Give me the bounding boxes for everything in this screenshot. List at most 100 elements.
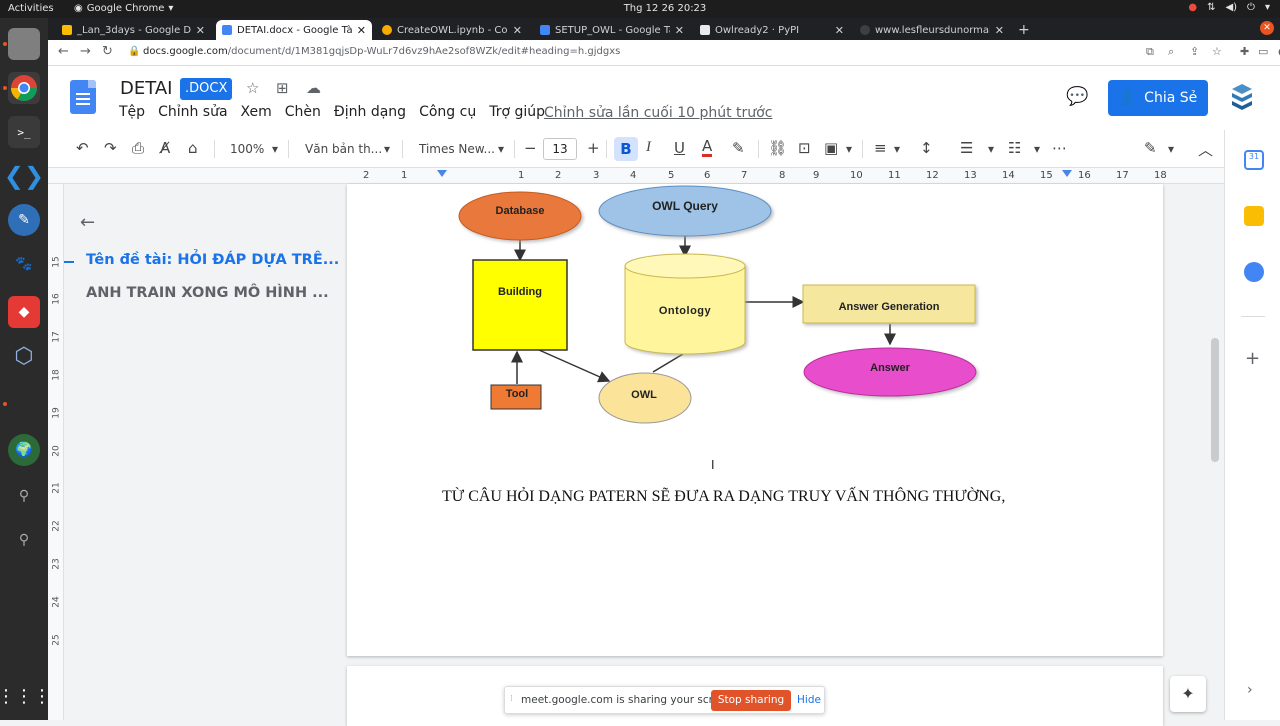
tab-search-icon[interactable]: ▭ (1258, 45, 1268, 58)
inkscape-icon[interactable]: ✎ (8, 204, 40, 236)
underline-button[interactable]: U (674, 139, 685, 157)
tab-pypi[interactable]: Owlready2 · PyPI ✕ (694, 20, 850, 40)
docs-home-icon[interactable] (70, 80, 96, 114)
document-title[interactable]: DETAI (120, 78, 172, 99)
chrome-icon[interactable] (8, 72, 40, 104)
highlight-icon[interactable]: ✎ (732, 139, 745, 157)
window-close-icon[interactable]: ✕ (1260, 21, 1274, 35)
decrease-font-size-button[interactable]: − (524, 139, 537, 157)
print-icon[interactable]: ⎙ (132, 139, 144, 157)
usb-drive-icon[interactable]: ⚲ (8, 524, 40, 556)
text-color-button[interactable]: A (702, 139, 713, 157)
spellcheck-icon[interactable]: A̸ (160, 139, 170, 157)
star-icon[interactable]: ☆ (246, 79, 259, 97)
insert-link-icon[interactable]: ⛓ (768, 139, 787, 157)
add-addon-icon[interactable]: + (1245, 348, 1260, 369)
last-edit-link[interactable]: Chỉnh sửa lần cuối 10 phút trước (544, 105, 772, 121)
close-icon[interactable]: ✕ (196, 24, 205, 37)
translate-icon[interactable]: ⧉ (1146, 45, 1154, 59)
gimp-icon[interactable]: 🐾 (8, 248, 40, 280)
new-tab-button[interactable]: + (1018, 22, 1030, 38)
close-icon[interactable]: ✕ (995, 24, 1004, 37)
account-logo-icon[interactable] (1230, 82, 1254, 112)
anydesk-icon[interactable]: ◆ (8, 296, 40, 328)
add-comment-icon[interactable]: ⊡ (798, 139, 811, 157)
globe-icon[interactable]: 🌍 (8, 434, 40, 466)
architecture-diagram[interactable]: Database OWL Query Building Ontology Ans… (347, 184, 1163, 434)
move-folder-icon[interactable]: ⊞ (276, 79, 289, 97)
tab-drive[interactable]: _Lan_3days - Google Drive ✕ (56, 20, 211, 40)
bookmark-star-icon[interactable]: ☆ (1212, 45, 1222, 58)
terminal-icon[interactable]: >_ (8, 116, 40, 148)
menu-help[interactable]: Trợ giúp (489, 104, 545, 120)
show-apps-icon[interactable]: ⋮⋮⋮ (0, 680, 51, 712)
menu-insert[interactable]: Chèn (285, 104, 321, 120)
menu-format[interactable]: Định dạng (334, 104, 406, 120)
italic-button[interactable]: I (646, 139, 651, 156)
close-icon[interactable]: ✕ (675, 24, 684, 37)
explore-icon[interactable]: ✦ (1170, 676, 1206, 712)
tab-colab[interactable]: CreateOWL.ipynb - Colab ✕ (376, 20, 528, 40)
font-select[interactable]: Times New... (419, 142, 495, 156)
line-spacing-icon[interactable]: ↕ (920, 139, 933, 157)
forward-icon[interactable]: → (80, 44, 91, 59)
vscode-icon[interactable]: ❮❯ (4, 160, 44, 192)
document-page[interactable]: Database OWL Query Building Ontology Ans… (347, 184, 1163, 656)
bold-button[interactable]: B (614, 137, 638, 161)
outline-item-heading-2[interactable]: ANH TRAIN XONG MÔ HÌNH ... (86, 285, 329, 301)
keep-icon[interactable] (1244, 206, 1264, 226)
zoom-icon[interactable]: ⌕ (1168, 45, 1174, 59)
menu-view[interactable]: Xem (241, 104, 272, 120)
menu-tools[interactable]: Công cụ (419, 104, 476, 120)
hide-button[interactable]: Hide (797, 694, 821, 706)
numbered-list-icon[interactable]: ☰ (960, 139, 973, 157)
activities-button[interactable]: Activities (8, 3, 54, 14)
close-icon[interactable]: ✕ (357, 24, 366, 37)
editing-mode-icon[interactable]: ✎ (1144, 139, 1157, 157)
vertical-scrollbar[interactable] (1211, 338, 1219, 462)
extensions-icon[interactable]: ✚ (1240, 45, 1249, 58)
system-tray[interactable]: ● ⇅ ◀) ⏻ ▾ (1188, 2, 1270, 13)
cloud-status-icon[interactable]: ☁ (306, 79, 321, 97)
right-indent-marker[interactable] (1062, 170, 1072, 177)
vertical-ruler[interactable]: 15 16 17 18 19 20 21 22 23 24 25 (48, 184, 64, 720)
body-paragraph[interactable]: TỪ CÂU HỎI DẠNG PATERN SẼ ĐƯA RA DẠNG TR… (442, 488, 1005, 506)
share-icon[interactable]: ⇪ (1190, 45, 1199, 58)
usb-drive-icon[interactable]: ⚲ (8, 480, 40, 512)
font-size-input[interactable]: 13 (543, 138, 577, 160)
close-icon[interactable]: ✕ (513, 24, 522, 37)
tab-setup-owl[interactable]: SETUP_OWL - Google Tài l ✕ (534, 20, 690, 40)
redo-icon[interactable]: ↷ (104, 139, 117, 157)
zoom-select[interactable]: 100% (230, 142, 264, 156)
app-menu[interactable]: ◉ Google Chrome ▾ (74, 3, 173, 14)
paint-format-icon[interactable]: ⌂ (188, 139, 198, 157)
undo-icon[interactable]: ↶ (76, 139, 89, 157)
lock-icon[interactable]: 🔒 (128, 46, 140, 57)
menu-edit[interactable]: Chỉnh sửa (158, 104, 227, 120)
back-icon[interactable]: ← (58, 44, 69, 59)
files-icon[interactable] (8, 28, 40, 60)
menu-file[interactable]: Tệp (119, 104, 145, 120)
increase-font-size-button[interactable]: + (587, 139, 600, 157)
left-indent-marker[interactable] (437, 170, 447, 177)
stop-sharing-button[interactable]: Stop sharing (711, 690, 791, 711)
virtualbox-icon[interactable]: ⬡ (8, 340, 40, 372)
tab-lesfleurs[interactable]: www.lesfleursdunormal.f ✕ (854, 20, 1010, 40)
tasks-icon[interactable] (1244, 262, 1264, 282)
insert-image-icon[interactable]: ▣ (824, 139, 838, 157)
chevron-right-icon[interactable]: › (1247, 682, 1253, 698)
calendar-icon[interactable]: 31 (1244, 150, 1264, 170)
style-select[interactable]: Văn bản th... (305, 142, 382, 156)
url-field[interactable]: docs.google.com/document/d/1M381gqjsDp-W… (143, 46, 620, 57)
close-icon[interactable]: ✕ (835, 24, 844, 37)
tab-detai[interactable]: DETAI.docx - Google Tài li ✕ (216, 20, 372, 40)
comments-icon[interactable]: 💬 (1066, 86, 1088, 107)
reload-icon[interactable]: ↻ (102, 44, 113, 59)
bulleted-list-icon[interactable]: ☷ (1008, 139, 1021, 157)
horizontal-ruler[interactable]: 2 1 1 2 3 4 5 6 7 8 9 10 11 12 13 14 15 … (48, 168, 1224, 184)
close-outline-icon[interactable]: ← (80, 212, 95, 233)
more-options-icon[interactable]: ⋯ (1052, 139, 1067, 157)
share-button[interactable]: 👤 Chia Sẻ (1108, 80, 1208, 116)
clock[interactable]: Thg 12 26 20:23 (600, 3, 730, 14)
collapse-menus-icon[interactable]: ︿ (1198, 139, 1213, 160)
